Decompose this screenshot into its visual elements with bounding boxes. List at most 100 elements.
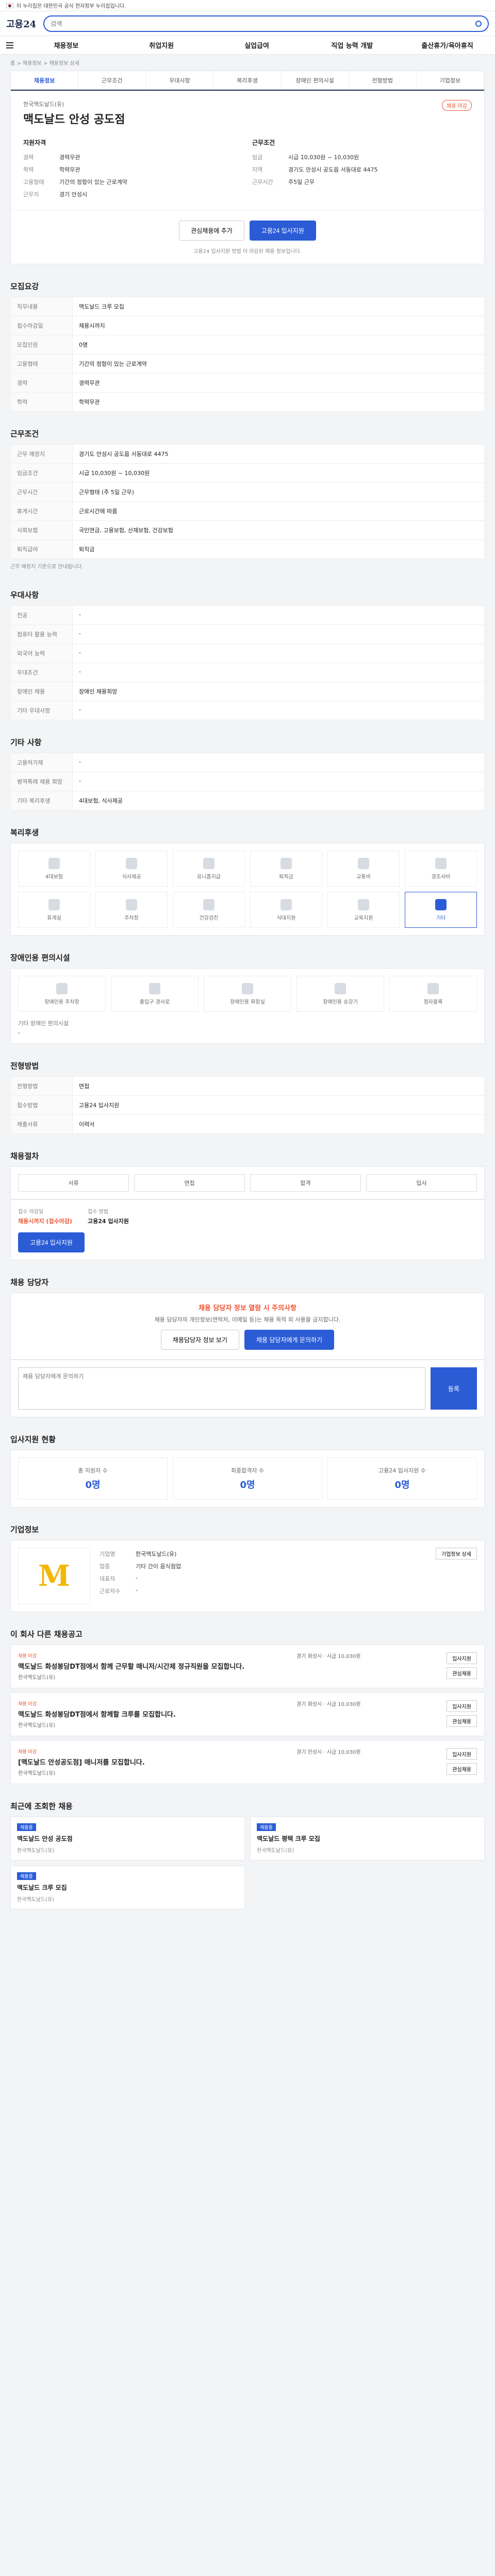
cell-key: 접수방법: [10, 1095, 73, 1115]
job-interest-button[interactable]: 관심채용: [447, 1715, 477, 1727]
welfare-icon: [126, 899, 137, 910]
search-input[interactable]: [51, 20, 471, 27]
cell-key: 모집인원: [10, 335, 73, 354]
kv-value: 경력무관: [59, 154, 80, 161]
tab-welfare[interactable]: 복리후생: [213, 71, 282, 90]
tab-preference[interactable]: 우대사항: [146, 71, 214, 90]
job-card-company: 한국맥도날드(유): [18, 1723, 56, 1728]
tab-company[interactable]: 기업정보: [417, 71, 484, 90]
preference-table: 전공 - 컴퓨터 활용 능력 - 외국어 능력 - 우대조건 - 장애인 채용 장애인 채…: [10, 605, 485, 720]
cell-value: 국민연금, 고용보험, 산재보험, 건강보험: [72, 520, 485, 540]
kv-value: 기타 간이 음식점업: [136, 1563, 181, 1570]
welfare-item: 경조사비: [405, 851, 477, 887]
section-title: 모집요강: [10, 282, 39, 291]
welfare-icon: [358, 899, 369, 910]
apply-deadline-value: 채용시까지 (접수마감): [18, 1218, 72, 1225]
gnb-item[interactable]: 직업 능력 개발: [304, 40, 400, 50]
cell-value: -: [72, 772, 485, 791]
welfare-item: 주차장: [95, 892, 168, 928]
company-detail-button[interactable]: 기업정보 상세: [436, 1548, 477, 1560]
kv-value: 주5일 근무: [288, 179, 315, 185]
job-interest-button[interactable]: 관심채용: [447, 1667, 477, 1679]
job-card-title[interactable]: 맥도날드 화성봉담DT점에서 함께할 크루를 모집합니다.: [18, 1709, 296, 1719]
gnb-item[interactable]: 취업지원: [114, 40, 209, 50]
job-card-info: 경기 화성시 · 시급 10,030원: [296, 1654, 361, 1659]
cell-key: 임금조건: [10, 463, 73, 483]
job-apply-button[interactable]: 입사지원: [447, 1652, 477, 1664]
disability-grid: 장애인용 주차장 출입구 경사로 장애인용 화장실 장애인용 승강기 점자블록: [11, 969, 484, 1019]
facility-icon: [242, 982, 253, 994]
job-apply-button[interactable]: 입사지원: [447, 1748, 477, 1760]
gnb-item[interactable]: 실업급여: [209, 40, 305, 50]
interest-button[interactable]: 관심채용에 추가: [179, 221, 244, 241]
cta-note: 고용24 입사지원 방법 이 마감된 채용 정보입니다.: [193, 249, 302, 255]
kv-key: 업종: [100, 1563, 110, 1570]
welfare-icon: [48, 899, 60, 910]
job-card[interactable]: 채용 마감 [맥도날드 안성공도점] 매니저를 모집합니다. 한국맥도날드(유)…: [10, 1740, 485, 1784]
tab-selection[interactable]: 전형방법: [349, 71, 417, 90]
recent-title[interactable]: 맥도날드 안성 공도점: [17, 1834, 238, 1843]
stat-card: 총 지원자 수 0명: [18, 1458, 168, 1500]
tab-disability[interactable]: 장애인 편의시설: [282, 71, 349, 90]
recent-card[interactable]: 채용중 맥도날드 안성 공도점 한국맥도날드(유): [10, 1817, 245, 1860]
job-card-title[interactable]: 맥도날드 화성봉담DT점에서 함께 근무할 매니저/시간제 정규직원을 모집합니…: [18, 1661, 296, 1671]
menu-icon[interactable]: [0, 42, 19, 48]
tab-conditions[interactable]: 근무조건: [78, 71, 146, 90]
cta-bar: 관심채용에 추가 고용24 입사지원: [11, 210, 484, 247]
welfare-item: 교육지원: [327, 892, 400, 928]
gnb-item[interactable]: 출산휴가/육아휴직: [400, 40, 495, 50]
job-card-title[interactable]: [맥도날드 안성공도점] 매니저를 모집합니다.: [18, 1757, 296, 1767]
job-card[interactable]: 채용 마감 맥도날드 화성봉담DT점에서 함께 근무할 매니저/시간제 정규직원…: [10, 1645, 485, 1688]
facility-other-value: -: [18, 1029, 20, 1036]
recent-title[interactable]: 맥도날드 평택 크루 모집: [257, 1834, 478, 1843]
kv-key: 근무시간: [252, 179, 273, 185]
recent-card[interactable]: 채용중 맥도날드 크루 모집 한국맥도날드(유): [10, 1866, 245, 1909]
inquiry-submit-button[interactable]: 등록: [431, 1367, 477, 1410]
section-welfare: 복리후생 4대보험 식사제공 유니폼지급 퇴직금 교통비 경조사비 휴게실 주차…: [10, 822, 485, 936]
job-card[interactable]: 채용 마감 맥도날드 화성봉담DT점에서 함께할 크루를 모집합니다. 한국맥도…: [10, 1692, 485, 1736]
welfare-label: 유니폼지급: [197, 874, 221, 880]
contact-inquiry-button[interactable]: 채용 담당자에게 문의하기: [244, 1330, 335, 1350]
section-title: 입사지원 현황: [10, 1435, 56, 1444]
apply-button-bottom[interactable]: 고용24 입사지원: [18, 1232, 85, 1252]
apply-box: 접수 마감일 채용시까지 (접수마감) 접수 방법 고용24 입사지원 고용24…: [10, 1199, 485, 1260]
tab-recruit[interactable]: 채용정보: [11, 71, 79, 90]
search-icon[interactable]: [475, 20, 482, 27]
facility-item: 출입구 경사로: [111, 976, 199, 1012]
cell-key: 병역특례 채용 희망: [10, 772, 73, 791]
job-interest-button[interactable]: 관심채용: [447, 1763, 477, 1775]
section-title: 최근에 조회한 채용: [10, 1802, 73, 1811]
contact-view-button[interactable]: 채용담당자 정보 보기: [160, 1330, 239, 1350]
job-card-company: 한국맥도날드(유): [18, 1771, 56, 1776]
cell-value: 근로시간에 따름: [72, 501, 485, 521]
recent-title[interactable]: 맥도날드 크루 모집: [17, 1883, 238, 1892]
job-apply-button[interactable]: 입사지원: [447, 1700, 477, 1712]
kv-key: 대표자: [100, 1575, 116, 1582]
welfare-label: 교통비: [356, 874, 371, 880]
selection-table: 전형방법 면접 접수방법 고용24 입사지원 제출서류 이력서: [10, 1076, 485, 1134]
qualification-block: 지원자격 경력 경력무관 학력 학력무관 고용형태 기간의 정함이 있는 근로계약 근…: [23, 138, 243, 200]
gnb-item[interactable]: 채용정보: [19, 40, 114, 50]
stat-value: 0명: [394, 1480, 410, 1490]
section-other-jobs: 이 회사 다른 채용공고 채용 마감 맥도날드 화성봉담DT점에서 함께 근무할…: [10, 1623, 485, 1784]
search-box[interactable]: [43, 15, 489, 32]
cell-key: 제출서류: [10, 1114, 73, 1134]
apply-button[interactable]: 고용24 입사지원: [249, 221, 316, 241]
welfare-icon: [203, 857, 214, 869]
stat-label: 총 지원자 수: [78, 1467, 108, 1474]
cell-key: 근무시간: [10, 482, 73, 502]
site-logo[interactable]: 고용24: [6, 17, 36, 30]
cell-key: 컴퓨터 활용 능력: [10, 624, 73, 644]
cell-value: 이력서: [72, 1114, 485, 1134]
inquiry-textarea[interactable]: [18, 1367, 425, 1410]
welfare-label: 휴게실: [47, 915, 61, 921]
facility-label: 출입구 경사로: [139, 999, 170, 1005]
section-title: 우대사항: [10, 590, 39, 600]
job-card-info: 경기 화성시 · 시급 10,030원: [296, 1702, 361, 1707]
kv-value: 학력무관: [59, 166, 80, 173]
recent-grid: 채용중 맥도날드 안성 공도점 한국맥도날드(유) 채용중 맥도날드 평택 크루 모집…: [10, 1817, 485, 1909]
welfare-icon: [126, 857, 137, 869]
welfare-icon: [435, 899, 447, 910]
recent-card[interactable]: 채용중 맥도날드 평택 크루 모집 한국맥도날드(유): [250, 1817, 485, 1860]
kv-key: 기업명: [100, 1551, 116, 1557]
